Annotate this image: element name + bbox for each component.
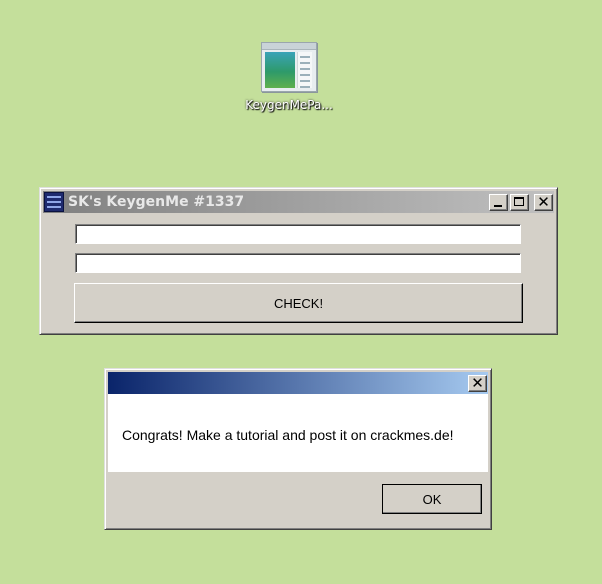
dialog-message: Congrats! Make a tutorial and post it on… [122, 427, 454, 443]
keygenme-window: SK's KeygenMe #1337 ✕ CHECK! [39, 187, 558, 335]
ok-button[interactable]: OK [382, 484, 482, 514]
dialog-title-bar[interactable]: ✕ [108, 372, 488, 394]
message-dialog: ✕ Congrats! Make a tutorial and post it … [104, 368, 492, 530]
check-button[interactable]: CHECK! [74, 283, 523, 323]
dialog-body: Congrats! Make a tutorial and post it on… [108, 394, 488, 472]
document-preview-icon [261, 42, 317, 92]
desktop-file-icon[interactable]: KeygenMePa... [238, 42, 340, 112]
window-title: SK's KeygenMe #1337 [68, 194, 245, 210]
maximize-icon [514, 196, 524, 206]
dialog-close-button[interactable]: ✕ [468, 373, 487, 392]
app-icon[interactable] [44, 192, 64, 212]
name-input[interactable] [75, 224, 521, 244]
maximize-button[interactable] [510, 193, 529, 211]
close-button[interactable]: ✕ [534, 192, 553, 211]
close-icon: ✕ [537, 192, 550, 211]
desktop-icon-label: KeygenMePa... [245, 98, 333, 112]
title-bar[interactable]: SK's KeygenMe #1337 ✕ [43, 191, 554, 213]
close-icon: ✕ [471, 373, 484, 392]
minimize-icon [494, 204, 502, 207]
minimize-button[interactable] [489, 193, 508, 211]
serial-input[interactable] [75, 253, 521, 273]
